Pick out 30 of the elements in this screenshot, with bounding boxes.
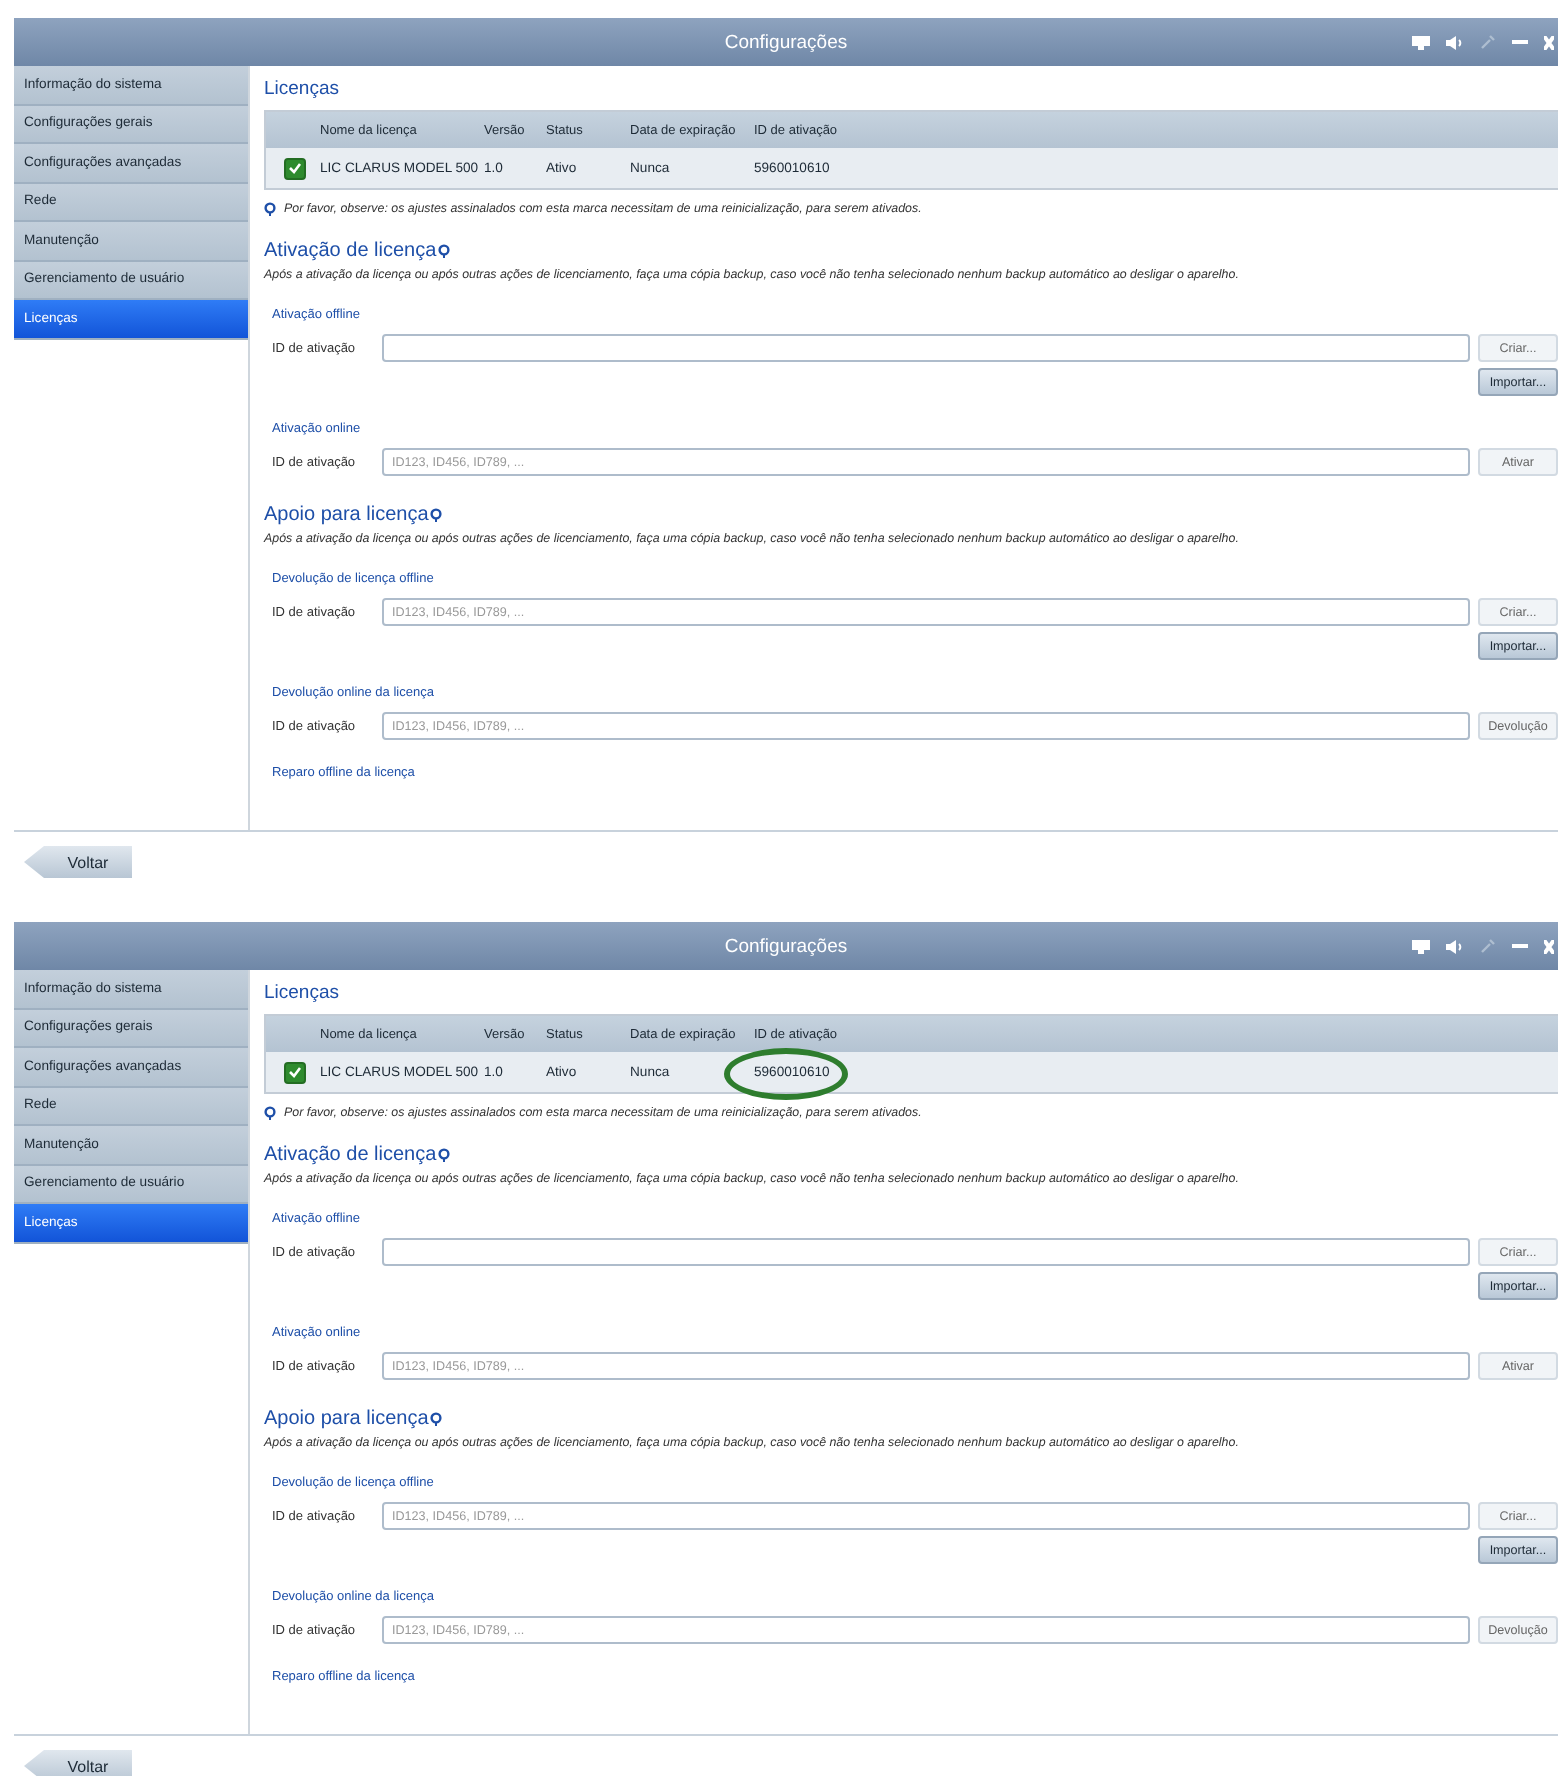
page-title: Licenças (264, 78, 341, 100)
window-title: Configurações (724, 935, 848, 957)
marker-icon (438, 1148, 451, 1162)
window-title: Configurações (724, 31, 848, 53)
checkbox[interactable] (284, 1061, 306, 1083)
marker-icon (438, 244, 451, 258)
monitor-icon[interactable] (1412, 35, 1430, 49)
input-field[interactable] (382, 1238, 1470, 1266)
minimize-icon[interactable] (1512, 39, 1528, 45)
speaker-icon[interactable] (1446, 35, 1464, 49)
input-field[interactable] (382, 334, 1470, 362)
close-icon[interactable] (1544, 939, 1554, 953)
close-icon[interactable] (1544, 35, 1554, 49)
marker-icon (264, 202, 276, 216)
wrench-icon[interactable] (1480, 34, 1496, 50)
speaker-icon[interactable] (1446, 939, 1464, 953)
checkbox[interactable] (284, 157, 306, 179)
section-title: Apoio para licença (264, 504, 429, 526)
wrench-icon[interactable] (1480, 938, 1496, 954)
marker-icon (264, 1106, 276, 1120)
marker-icon (430, 1412, 443, 1426)
section-title: Apoio para licença (264, 1408, 429, 1430)
back-button[interactable]: Voltar (24, 846, 132, 878)
minimize-icon[interactable] (1512, 943, 1528, 949)
section-title: Ativação de licença (264, 1144, 437, 1166)
back-button[interactable]: Voltar (24, 1750, 132, 1776)
marker-icon (430, 508, 443, 522)
page-title: Licenças (264, 982, 341, 1004)
section-title: Ativação de licença (264, 240, 437, 262)
monitor-icon[interactable] (1412, 939, 1430, 953)
